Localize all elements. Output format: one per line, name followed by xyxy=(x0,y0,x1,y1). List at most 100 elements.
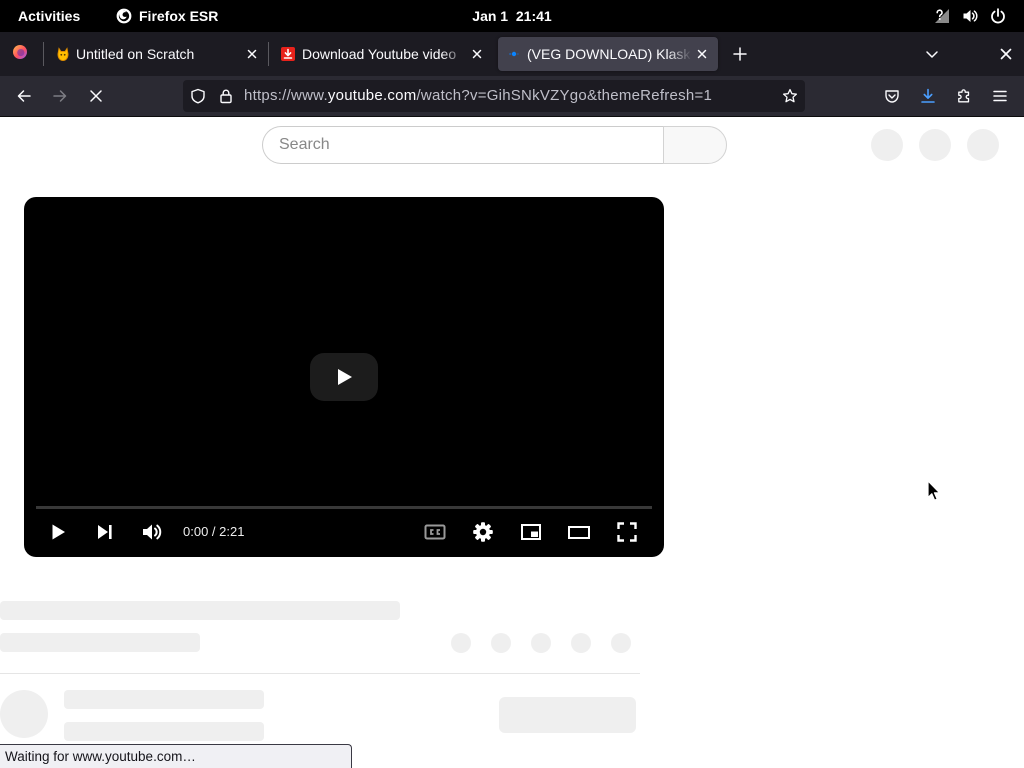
forward-button[interactable] xyxy=(44,80,76,112)
header-icon-placeholder xyxy=(919,129,951,161)
settings-button[interactable] xyxy=(471,520,495,544)
volume-icon xyxy=(143,524,162,540)
firefox-app-icon xyxy=(116,8,132,24)
firefox-view-button[interactable] xyxy=(4,36,36,68)
channel-avatar-placeholder xyxy=(0,690,48,738)
url-bar[interactable]: https://www.youtube.com/watch?v=GihSNkVZ… xyxy=(183,80,805,112)
time-display: 0:00 / 2:21 xyxy=(183,524,245,539)
extensions-icon xyxy=(956,88,972,104)
activities-button[interactable]: Activities xyxy=(8,4,90,28)
action-placeholder xyxy=(451,633,471,653)
stop-icon xyxy=(88,88,104,104)
tab-close-button[interactable] xyxy=(242,44,262,64)
close-icon xyxy=(998,46,1014,62)
theater-icon xyxy=(568,526,590,539)
network-question-icon xyxy=(934,8,950,24)
menu-icon xyxy=(992,88,1008,104)
header-icon-placeholder xyxy=(871,129,903,161)
large-play-button[interactable] xyxy=(310,353,378,401)
mouse-cursor xyxy=(927,480,942,502)
miniplayer-icon xyxy=(521,524,541,540)
close-window-button[interactable] xyxy=(990,38,1022,70)
action-placeholder xyxy=(491,633,511,653)
chevron-down-icon xyxy=(924,46,940,62)
tab-scratch[interactable]: Untitled on Scratch xyxy=(46,36,266,72)
web-page: 0:00 / 2:21 xyxy=(0,117,1024,768)
fullscreen-icon xyxy=(617,522,637,542)
plus-icon xyxy=(732,46,748,62)
play-icon xyxy=(52,524,65,540)
captions-button[interactable] xyxy=(423,520,447,544)
lock-icon[interactable] xyxy=(218,88,234,104)
pocket-button[interactable] xyxy=(876,80,908,112)
close-icon xyxy=(244,46,260,62)
pocket-icon xyxy=(884,88,900,104)
tab-veg-download-active[interactable]: (VEG DOWNLOAD) Klask xyxy=(498,37,718,71)
captions-icon xyxy=(424,524,446,540)
search-input[interactable] xyxy=(262,126,664,164)
header-avatar-placeholder xyxy=(967,129,999,161)
forward-arrow-icon xyxy=(52,88,68,104)
title-placeholder xyxy=(0,601,400,620)
download-site-icon xyxy=(280,46,296,62)
back-arrow-icon xyxy=(16,88,32,104)
next-icon xyxy=(98,525,112,539)
divider xyxy=(0,673,640,674)
clock[interactable]: Jan 1 21:41 xyxy=(412,0,612,32)
back-button[interactable] xyxy=(8,80,40,112)
tab-title: Untitled on Scratch xyxy=(76,46,195,62)
firefox-view-icon xyxy=(12,44,28,60)
loading-icon xyxy=(506,46,522,62)
url-prefix: https://www. xyxy=(244,87,328,104)
mute-button[interactable] xyxy=(140,520,164,544)
system-menu-button[interactable] xyxy=(928,4,1016,28)
close-icon xyxy=(694,46,710,62)
system-top-bar: Activities Firefox ESR Jan 1 21:41 xyxy=(0,0,1024,32)
new-tab-button[interactable] xyxy=(724,38,756,70)
downloads-button[interactable] xyxy=(912,80,944,112)
tab-strip: Untitled on Scratch Download Youtube vid… xyxy=(0,32,1024,76)
subscribe-button-placeholder xyxy=(499,697,636,733)
star-icon[interactable] xyxy=(782,88,798,104)
channel-name-placeholder xyxy=(64,690,264,709)
search-button[interactable] xyxy=(663,126,727,164)
play-button[interactable] xyxy=(46,520,70,544)
tab-separator xyxy=(268,42,269,66)
status-panel: Waiting for www.youtube.com… xyxy=(0,744,352,768)
fullscreen-button[interactable] xyxy=(615,520,639,544)
extensions-button[interactable] xyxy=(948,80,980,112)
tab-download-youtube[interactable]: Download Youtube video xyxy=(272,36,494,72)
tab-close-button[interactable] xyxy=(692,44,712,64)
list-all-tabs-button[interactable] xyxy=(916,38,948,70)
next-button[interactable] xyxy=(93,520,117,544)
app-menu-hamburger-button[interactable] xyxy=(984,80,1016,112)
navigation-toolbar: https://www.youtube.com/watch?v=GihSNkVZ… xyxy=(0,76,1024,117)
progress-bar[interactable] xyxy=(36,506,652,509)
activities-label: Activities xyxy=(18,8,81,24)
close-icon xyxy=(469,46,485,62)
action-placeholder xyxy=(571,633,591,653)
shield-icon[interactable] xyxy=(190,88,206,104)
large-play-icon xyxy=(310,353,378,401)
settings-icon xyxy=(473,522,493,542)
miniplayer-button[interactable] xyxy=(519,520,543,544)
scratch-icon xyxy=(55,46,71,62)
theater-mode-button[interactable] xyxy=(567,520,591,544)
stop-button[interactable] xyxy=(80,80,112,112)
volume-icon xyxy=(962,8,978,24)
tab-separator xyxy=(43,42,44,66)
url-path: /watch?v=GihSNkVZYgo&themeRefresh=1 xyxy=(416,87,713,104)
app-name: Firefox ESR xyxy=(139,8,219,24)
url-text[interactable]: https://www.youtube.com/watch?v=GihSNkVZ… xyxy=(244,80,774,112)
action-placeholder xyxy=(611,633,631,653)
url-domain: youtube.com xyxy=(327,87,417,104)
tab-close-button[interactable] xyxy=(467,44,487,64)
action-placeholder xyxy=(531,633,551,653)
power-icon xyxy=(990,8,1006,24)
views-placeholder xyxy=(0,633,200,652)
app-menu-button[interactable]: Firefox ESR xyxy=(108,4,224,28)
video-player[interactable]: 0:00 / 2:21 xyxy=(24,197,664,557)
tab-title: (VEG DOWNLOAD) Klask xyxy=(527,46,691,62)
download-icon xyxy=(920,88,936,104)
subscriber-count-placeholder xyxy=(64,722,264,741)
